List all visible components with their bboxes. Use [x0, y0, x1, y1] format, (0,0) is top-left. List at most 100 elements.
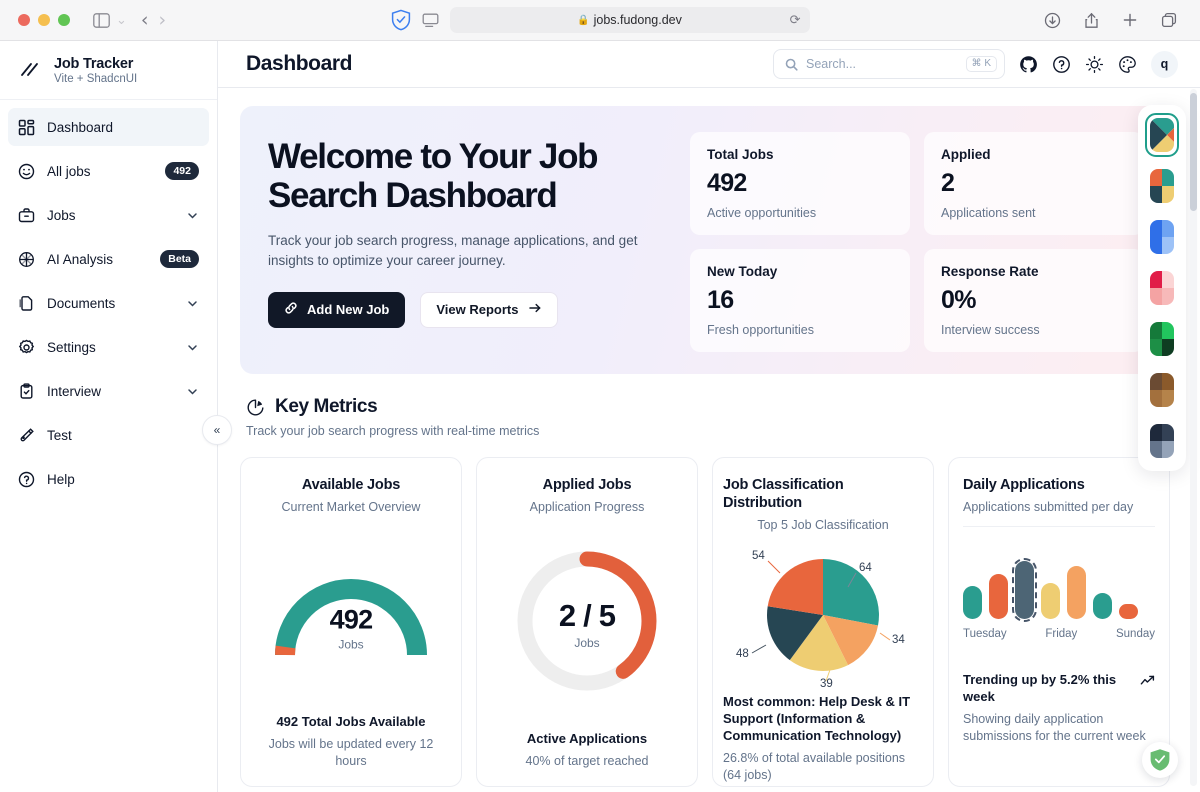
- chevron-down-icon[interactable]: [186, 209, 199, 222]
- theme-option-green[interactable]: [1145, 317, 1179, 361]
- all-jobs-count-badge: 492: [165, 161, 199, 181]
- chevron-down-icon[interactable]: [186, 341, 199, 354]
- sidebar-item-settings[interactable]: Settings: [8, 328, 209, 366]
- clipboard-check-icon: [18, 382, 35, 400]
- theme-option-mono[interactable]: [1145, 419, 1179, 463]
- sidebar-dropdown-chevron-icon[interactable]: ⌄: [116, 12, 127, 28]
- sidebar-item-ai-analysis[interactable]: AI Analysis Beta: [8, 240, 209, 278]
- welcome-hero: Welcome to Your Job Search Dashboard Tra…: [240, 106, 1170, 374]
- bar-wednesday[interactable]: [1012, 557, 1037, 623]
- stat-value: 492: [707, 169, 747, 197]
- app-shell: Job Tracker Vite + ShadcnUI Dashboard Al…: [0, 41, 1200, 792]
- back-arrow-icon[interactable]: ‹: [141, 10, 149, 30]
- sidebar: Job Tracker Vite + ShadcnUI Dashboard Al…: [0, 41, 232, 792]
- search-input[interactable]: Search... ⌘ K: [773, 49, 1005, 79]
- metric-card-applied-jobs: Applied Jobs Application Progress 2 / 5 …: [476, 457, 698, 787]
- stat-value: 2: [941, 169, 955, 197]
- github-icon[interactable]: [1019, 55, 1038, 74]
- stat-value: 16: [707, 286, 734, 314]
- help-circle-icon[interactable]: [1052, 55, 1071, 74]
- theme-swatch: [1150, 373, 1174, 407]
- sidebar-item-test[interactable]: Test: [8, 416, 209, 454]
- theme-swatch: [1150, 118, 1174, 152]
- bar-tick-label: Tuesday: [963, 628, 1007, 640]
- sidebar-item-label: Settings: [47, 339, 96, 355]
- sidebar-item-interview[interactable]: Interview: [8, 372, 209, 410]
- sidebar-item-documents[interactable]: Documents: [8, 284, 209, 322]
- smiley-icon: [18, 163, 35, 180]
- key-metrics-header: Key Metrics Track your job search progre…: [246, 396, 1170, 438]
- metric-footer-sub: 40% of target reached: [525, 754, 649, 769]
- view-reports-button[interactable]: View Reports: [420, 291, 559, 328]
- arrow-right-icon: [528, 301, 542, 318]
- adguard-shield-icon[interactable]: [391, 9, 411, 31]
- sidebar-item-jobs[interactable]: Jobs: [8, 196, 209, 234]
- reload-icon[interactable]: ⟳: [790, 12, 801, 28]
- address-bar[interactable]: 🔒 jobs.fudong.dev ⟳: [449, 7, 810, 33]
- downloads-icon[interactable]: [1039, 7, 1065, 33]
- pie-label-5: 54: [752, 550, 765, 562]
- lock-icon: 🔒: [577, 14, 590, 26]
- bar-monday[interactable]: [963, 586, 982, 619]
- metric-footer-main: Most common: Help Desk & IT Support (Inf…: [723, 694, 911, 743]
- palette-icon[interactable]: [1118, 55, 1137, 74]
- theme-swatch: [1150, 322, 1174, 356]
- maximize-window-button[interactable]: [58, 14, 70, 26]
- sidebar-nav: Dashboard All jobs 492 Jobs AI Analysis …: [0, 100, 217, 498]
- bar-friday[interactable]: [1067, 565, 1086, 619]
- key-metrics-subtitle: Track your job search progress with real…: [246, 424, 540, 438]
- tab-overview-icon[interactable]: [1156, 7, 1182, 33]
- stat-hint: Active opportunities: [707, 206, 817, 220]
- new-tab-icon[interactable]: [1117, 7, 1143, 33]
- bar-sunday[interactable]: [1119, 604, 1138, 619]
- bar-tick-label: Sunday: [1115, 628, 1155, 640]
- close-window-button[interactable]: [18, 14, 30, 26]
- theme-picker: [1138, 105, 1186, 471]
- metric-footer-sub: Showing daily application submissions fo…: [963, 711, 1146, 743]
- brand-block[interactable]: Job Tracker Vite + ShadcnUI: [0, 41, 217, 100]
- sidebar-collapse-button[interactable]: «: [202, 415, 232, 445]
- bar-saturday[interactable]: [1093, 593, 1112, 619]
- stat-hint: Interview success: [941, 323, 1040, 337]
- adguard-floating-button[interactable]: [1142, 742, 1178, 778]
- sidebar-item-label: All jobs: [47, 163, 91, 179]
- reader-view-icon[interactable]: [421, 11, 440, 30]
- theme-option-sunset[interactable]: [1145, 164, 1179, 208]
- forward-arrow-icon[interactable]: ›: [159, 10, 167, 30]
- main-region: Dashboard Search... ⌘ K q Welcome to You…: [218, 41, 1200, 792]
- add-new-job-label: Add New Job: [307, 302, 390, 318]
- sidebar-toggle-icon[interactable]: [88, 7, 114, 33]
- chevron-down-icon[interactable]: [186, 385, 199, 398]
- bar-tuesday[interactable]: [989, 574, 1008, 619]
- avatar[interactable]: q: [1151, 50, 1178, 78]
- sidebar-item-label: Dashboard: [47, 119, 114, 135]
- theme-option-brown[interactable]: [1145, 368, 1179, 412]
- scrollbar-thumb[interactable]: [1190, 93, 1197, 211]
- minimize-window-button[interactable]: [38, 14, 50, 26]
- add-new-job-button[interactable]: Add New Job: [268, 291, 406, 328]
- bar-tick-label: Friday: [1045, 628, 1078, 640]
- theme-option-default[interactable]: [1145, 113, 1179, 157]
- metric-footer-main: Trending up by 5.2% this week: [963, 672, 1117, 704]
- metric-card-job-classification: Job Classification Distribution Top 5 Jo…: [712, 457, 934, 787]
- sidebar-item-dashboard[interactable]: Dashboard: [8, 108, 209, 146]
- sidebar-item-help[interactable]: Help: [8, 460, 209, 498]
- chevron-down-icon[interactable]: [186, 297, 199, 310]
- gauge-chart: 492 Jobs: [267, 563, 435, 668]
- slash-logo-icon: [18, 58, 42, 82]
- radial-progress-chart: 2 / 5 Jobs: [513, 547, 661, 700]
- metric-title: Job Classification Distribution: [723, 477, 844, 512]
- sidebar-item-all-jobs[interactable]: All jobs 492: [8, 152, 209, 190]
- metric-subtitle: Current Market Overview: [281, 500, 421, 515]
- share-icon[interactable]: [1078, 7, 1104, 33]
- brand-subtitle: Vite + ShadcnUI: [54, 72, 138, 85]
- theme-option-rose[interactable]: [1145, 266, 1179, 310]
- stat-value: 0%: [941, 286, 976, 314]
- sun-theme-icon[interactable]: [1085, 55, 1104, 74]
- metric-subtitle: Applications submitted per day: [963, 500, 1134, 515]
- metric-footer-sub: 26.8% of total available positions (64 j…: [723, 750, 906, 782]
- theme-option-blue[interactable]: [1145, 215, 1179, 259]
- bar-thursday[interactable]: [1041, 582, 1060, 619]
- theme-swatch: [1150, 424, 1174, 458]
- key-metrics-title: Key Metrics: [275, 396, 378, 417]
